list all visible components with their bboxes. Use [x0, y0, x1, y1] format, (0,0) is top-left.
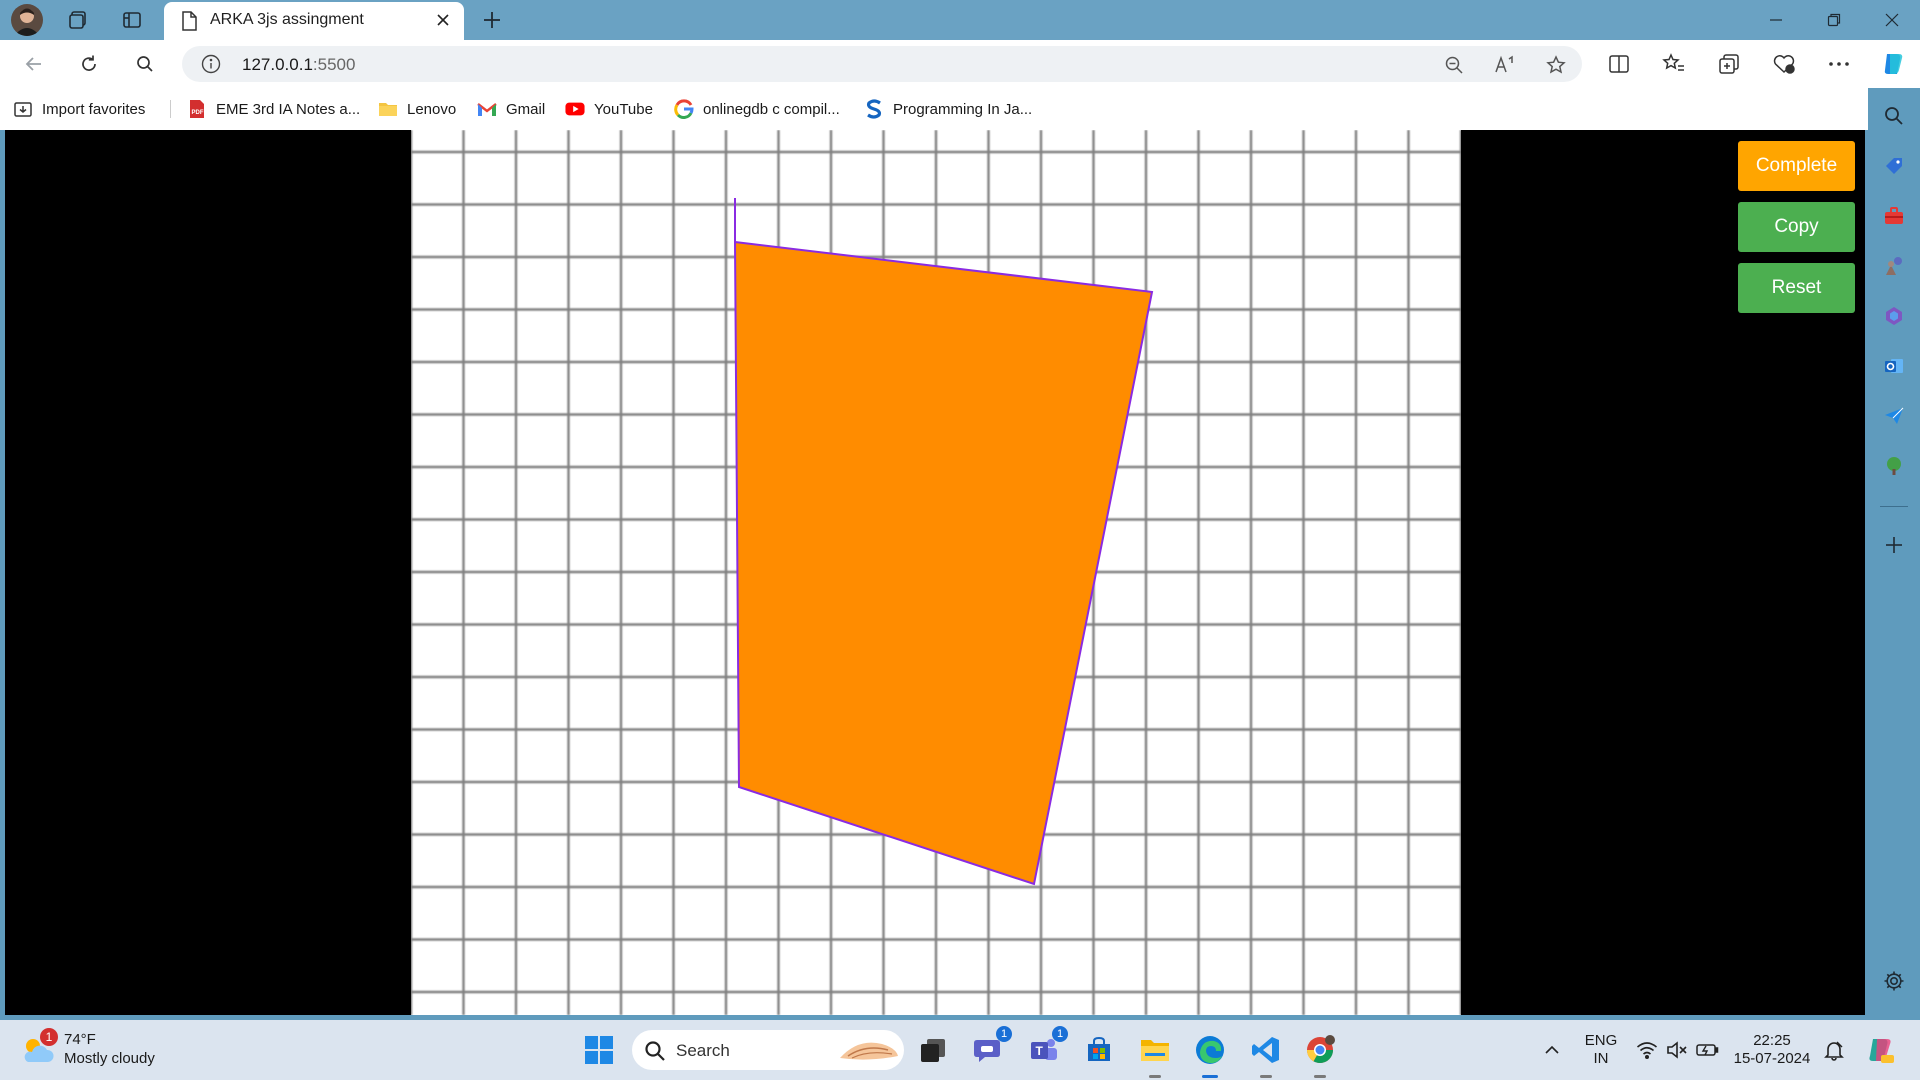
grid-scene	[411, 130, 1461, 1015]
active-tab[interactable]: ARKA 3js assingment	[164, 2, 464, 40]
svg-text:T: T	[1036, 1044, 1044, 1058]
copilot-taskbar-icon[interactable]	[1860, 1030, 1900, 1070]
zoom-out-icon[interactable]	[1441, 52, 1467, 78]
task-view-icon[interactable]	[913, 1030, 953, 1070]
navigation-bar: 127.0.0.1:5500	[0, 40, 1920, 88]
favorite-onlinegdb[interactable]: onlinegdb c compil...	[674, 96, 840, 122]
scaler-icon	[864, 99, 884, 119]
favorite-lenovo[interactable]: Lenovo	[378, 96, 456, 122]
site-info-icon[interactable]	[200, 53, 222, 75]
microsoft-365-icon[interactable]	[1881, 303, 1907, 329]
profile-avatar[interactable]	[11, 4, 43, 36]
weather-widget[interactable]: 1 74°F Mostly cloudy	[20, 1028, 180, 1072]
favorites-bar: Import favorites PDF EME 3rd IA Notes a.…	[0, 88, 1920, 130]
taskbar-search-placeholder: Search	[676, 1041, 730, 1060]
close-window-button[interactable]	[1864, 0, 1920, 40]
shopping-tag-icon[interactable]	[1881, 153, 1907, 179]
copilot-icon[interactable]	[1876, 48, 1910, 80]
favorite-eme-notes[interactable]: PDF EME 3rd IA Notes a...	[187, 96, 360, 122]
minimize-button[interactable]	[1748, 0, 1804, 40]
weather-condition: Mostly cloudy	[64, 1050, 155, 1067]
vscode-icon[interactable]	[1246, 1030, 1286, 1078]
collections-icon[interactable]	[1712, 48, 1746, 80]
weather-alert-badge: 1	[40, 1028, 58, 1046]
tools-icon[interactable]	[1881, 203, 1907, 229]
file-explorer-icon[interactable]	[1135, 1030, 1175, 1078]
more-options-icon[interactable]	[1822, 48, 1856, 80]
folder-icon	[378, 99, 398, 119]
svg-text:PDF: PDF	[192, 110, 204, 116]
favorite-import[interactable]: Import favorites	[13, 96, 145, 122]
copy-button[interactable]: Copy	[1738, 202, 1855, 252]
page-icon	[180, 11, 198, 31]
reset-button[interactable]: Reset	[1738, 263, 1855, 313]
taskbar-search-icon	[644, 1040, 666, 1062]
outlook-icon[interactable]	[1881, 353, 1907, 379]
browser-essentials-icon[interactable]	[1767, 48, 1801, 80]
start-button[interactable]	[579, 1030, 619, 1070]
running-indicator	[1314, 1075, 1326, 1078]
pdf-icon: PDF	[187, 99, 207, 119]
gmail-icon	[477, 99, 497, 119]
back-button[interactable]	[17, 48, 51, 80]
search-icon[interactable]	[128, 48, 162, 80]
new-tab-button[interactable]	[478, 6, 506, 34]
favorites-icon[interactable]	[1657, 48, 1691, 80]
restore-button[interactable]	[1806, 0, 1862, 40]
language-indicator[interactable]: ENG IN	[1576, 1032, 1626, 1068]
workspaces-icon[interactable]	[63, 6, 93, 34]
active-app-indicator	[1202, 1075, 1218, 1078]
favorite-gmail[interactable]: Gmail	[477, 96, 545, 122]
clock-date: 15-07-2024	[1733, 1050, 1811, 1067]
url-text: 127.0.0.1:5500	[242, 55, 356, 74]
notifications-icon[interactable]	[1815, 1030, 1853, 1070]
browser-title-bar: ARKA 3js assingment	[0, 0, 1920, 40]
running-indicator	[1260, 1075, 1272, 1078]
teams-chat-badge: 1	[996, 1026, 1012, 1042]
search-highlight-image	[838, 1036, 900, 1064]
sidebar-divider	[1880, 506, 1908, 507]
google-icon	[674, 99, 694, 119]
chrome-icon[interactable]	[1300, 1030, 1340, 1078]
page-viewport: Complete Copy Reset	[5, 130, 1865, 1015]
edge-browser-icon[interactable]	[1190, 1030, 1230, 1078]
taskbar-search-box[interactable]: Search	[632, 1030, 904, 1070]
read-aloud-icon[interactable]	[1492, 52, 1518, 78]
close-tab-icon[interactable]	[432, 9, 454, 31]
sidebar-settings-icon[interactable]	[1881, 968, 1907, 994]
clock[interactable]: 22:25 15-07-2024	[1730, 1032, 1814, 1068]
youtube-icon	[565, 99, 585, 119]
show-hidden-icons-chevron-icon[interactable]	[1532, 1030, 1572, 1070]
teams-badge: 1	[1052, 1026, 1068, 1042]
clock-time: 22:25	[1753, 1032, 1791, 1049]
vertical-tabs-icon[interactable]	[117, 6, 147, 34]
windows-taskbar: 1 74°F Mostly cloudy Search 1 T 1 ENG IN…	[0, 1020, 1920, 1080]
weather-temperature: 74°F	[64, 1031, 96, 1048]
send-icon[interactable]	[1881, 403, 1907, 429]
orange-quad-shape[interactable]	[733, 240, 1154, 886]
favorite-youtube[interactable]: YouTube	[565, 96, 653, 122]
drawing-canvas[interactable]	[411, 130, 1461, 1015]
import-favorites-icon	[13, 99, 33, 119]
address-bar[interactable]: 127.0.0.1:5500	[182, 46, 1582, 82]
add-sidebar-app-icon[interactable]	[1881, 532, 1907, 558]
edge-sidebar	[1868, 88, 1920, 1015]
sidebar-search-icon[interactable]	[1881, 103, 1907, 129]
refresh-button[interactable]	[72, 48, 106, 80]
complete-button[interactable]: Complete	[1738, 141, 1855, 191]
battery-icon[interactable]	[1688, 1030, 1726, 1070]
games-icon[interactable]	[1881, 253, 1907, 279]
tab-title: ARKA 3js assingment	[210, 11, 364, 28]
teams-icon[interactable]: T 1	[1024, 1026, 1068, 1070]
teams-chat-icon[interactable]: 1	[968, 1026, 1012, 1070]
split-screen-icon[interactable]	[1602, 48, 1636, 80]
favorite-programming-java[interactable]: Programming In Ja...	[864, 96, 1032, 122]
running-indicator	[1149, 1075, 1161, 1078]
favorite-star-icon[interactable]	[1543, 52, 1569, 78]
tree-icon[interactable]	[1881, 453, 1907, 479]
favorites-divider	[170, 100, 171, 118]
microsoft-store-icon[interactable]	[1079, 1030, 1119, 1070]
